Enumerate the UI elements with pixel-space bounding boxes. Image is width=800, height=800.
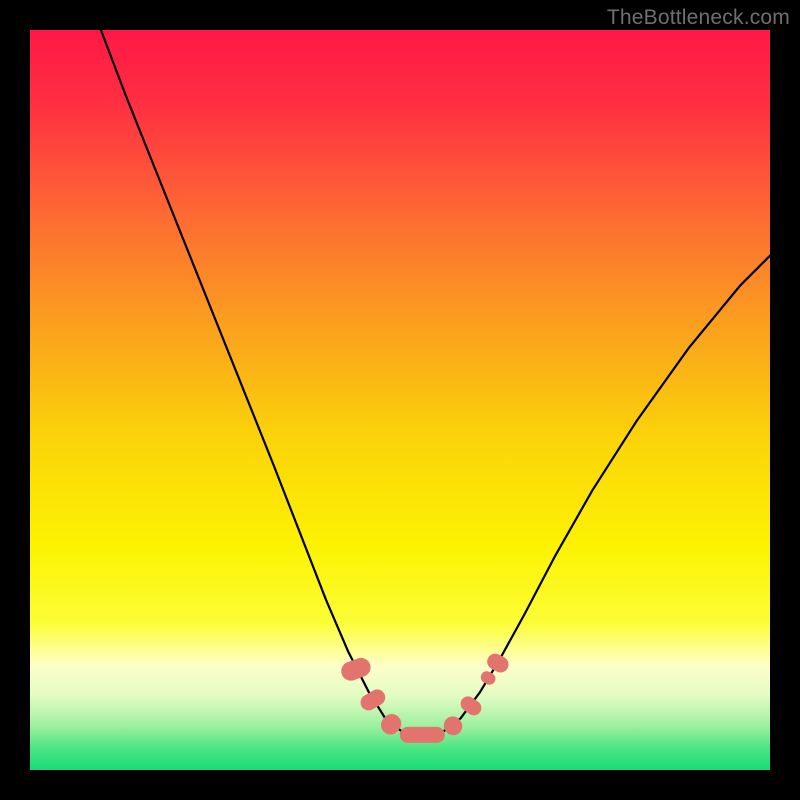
chart-frame: TheBottleneck.com: [0, 0, 800, 800]
attribution-text: TheBottleneck.com: [607, 6, 790, 30]
plot-area: [30, 30, 770, 770]
data-marker: [400, 727, 444, 743]
background-gradient: [30, 30, 770, 770]
